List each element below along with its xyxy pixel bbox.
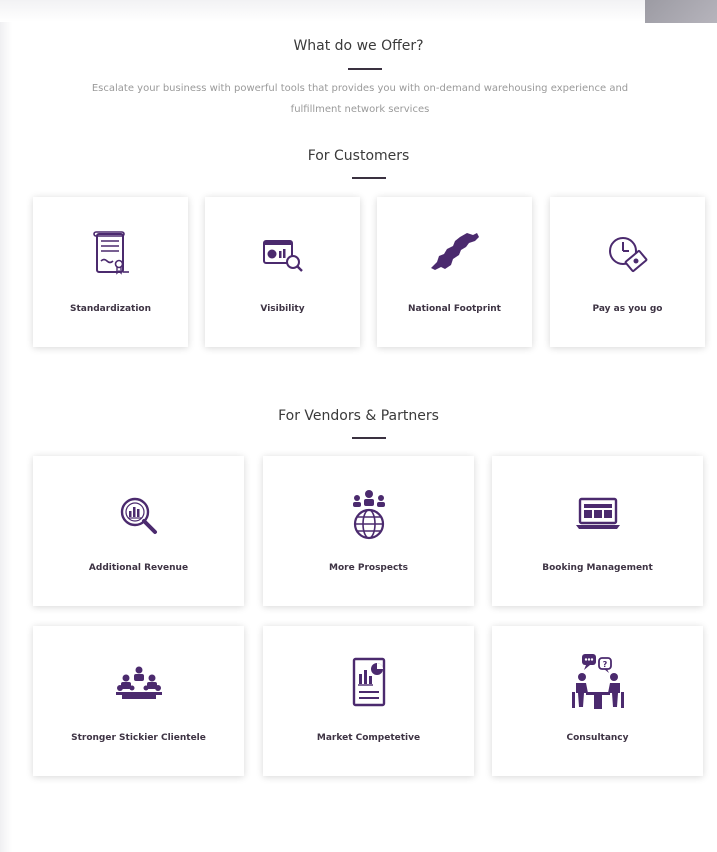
card-label: Stronger Stickier Clientele [71, 733, 206, 743]
card-label: National Footprint [407, 304, 501, 314]
meeting-group-icon [115, 666, 162, 699]
card-pay-as-you-go[interactable]: Pay as you go [550, 197, 705, 347]
revenue-magnifier-icon [120, 497, 157, 534]
vendors-heading: For Vendors & Partners [278, 408, 439, 424]
dashboard-search-icon [262, 240, 303, 272]
card-consultancy[interactable]: ? Consultancy [492, 626, 703, 776]
left-edge-shade [0, 0, 12, 852]
card-booking-management[interactable]: Booking Management [492, 456, 703, 606]
card-label: Market Competetive [316, 733, 421, 743]
card-more-prospects[interactable]: More Prospects [263, 456, 474, 606]
card-label: More Prospects [329, 563, 408, 573]
report-chart-icon [352, 657, 385, 707]
top-edge-shade [0, 0, 717, 22]
card-standardization[interactable]: Standardization [33, 197, 188, 347]
corner-block [645, 0, 717, 23]
card-visibility[interactable]: Visibility [205, 197, 360, 347]
customers-underline [352, 177, 386, 179]
subtitle-line-1: Escalate your business with powerful too… [91, 83, 629, 94]
svg-text:?: ? [602, 660, 607, 669]
card-stronger-stickier-clientele[interactable]: Stronger Stickier Clientele [33, 626, 244, 776]
page-title: What do we Offer? [293, 38, 424, 54]
clock-money-icon [608, 237, 647, 272]
laptop-booking-icon [575, 497, 620, 529]
card-label: Visibility [260, 304, 305, 314]
offer-section: What do we Offer? Escalate your business… [0, 0, 717, 852]
subtitle-line-2: fulfillment network services [290, 104, 430, 115]
document-certificate-icon [92, 231, 129, 275]
consultancy-icon: ? [571, 654, 624, 709]
pakistan-map-icon [430, 233, 479, 270]
page-subtitle: Escalate your business with powerful too… [40, 78, 680, 120]
card-additional-revenue[interactable]: Additional Revenue [33, 456, 244, 606]
globe-people-icon [352, 490, 385, 540]
card-label: Pay as you go [592, 304, 663, 314]
card-label: Standardization [69, 304, 152, 314]
card-label: Booking Management [542, 563, 653, 573]
card-label: Additional Revenue [88, 563, 189, 573]
vendors-underline [352, 437, 386, 439]
card-national-footprint[interactable]: National Footprint [377, 197, 532, 347]
card-market-competetive[interactable]: Market Competetive [263, 626, 474, 776]
title-underline [348, 68, 382, 70]
customers-heading: For Customers [307, 148, 410, 164]
card-label: Consultancy [566, 733, 629, 743]
